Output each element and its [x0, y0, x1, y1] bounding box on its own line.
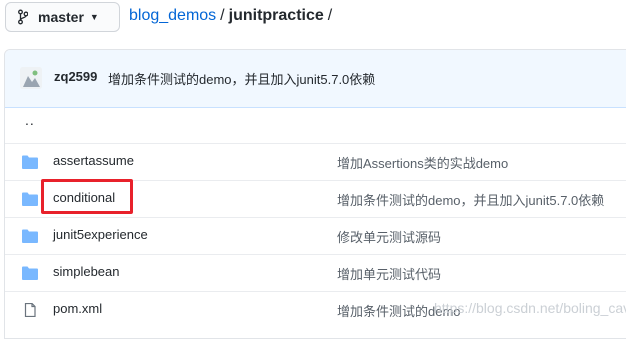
breadcrumb-repo-link[interactable]: blog_demos	[129, 7, 216, 25]
folder-icon	[22, 192, 38, 206]
branch-selector-button[interactable]: master ▼	[5, 2, 120, 32]
folder-icon	[22, 229, 38, 243]
folder-icon	[22, 266, 38, 280]
file-name-link[interactable]: junit5experience	[53, 227, 148, 242]
list-item[interactable]: assertassume 增加Assertions类的实战demo	[5, 143, 626, 180]
file-name-link[interactable]: simplebean	[53, 264, 120, 279]
branch-name: master	[38, 9, 84, 25]
file-commit-message[interactable]: 修改单元测试源码	[337, 227, 441, 246]
avatar-image-icon	[20, 67, 42, 89]
file-commit-message[interactable]: 增加条件测试的demo，并且加入junit5.7.0依赖	[337, 190, 604, 209]
breadcrumb: blog_demos / junitpractice /	[129, 7, 336, 25]
file-commit-message[interactable]: 增加Assertions类的实战demo	[337, 153, 508, 172]
highlight-box	[41, 179, 133, 214]
file-name-link[interactable]: assertassume	[53, 153, 134, 168]
breadcrumb-trailing-separator: /	[327, 7, 333, 24]
breadcrumb-current-folder: junitpractice	[228, 7, 324, 24]
list-item[interactable]: simplebean 增加单元测试代码	[5, 254, 626, 291]
list-item[interactable]: junit5experience 修改单元测试源码	[5, 217, 626, 254]
folder-icon	[22, 155, 38, 169]
parent-directory-row[interactable]: ..	[5, 107, 626, 143]
file-icon	[24, 303, 36, 317]
watermark: https://blog.csdn.net/boling_cavalry	[434, 300, 626, 316]
top-bar: master ▼ blog_demos / junitpractice /	[0, 0, 626, 36]
commit-author-link[interactable]: zq2599	[54, 69, 97, 84]
avatar[interactable]	[20, 67, 42, 89]
file-commit-message[interactable]: 增加单元测试代码	[337, 264, 441, 283]
chevron-down-icon: ▼	[89, 12, 99, 22]
latest-commit-bar: zq2599 增加条件测试的demo，并且加入junit5.7.0依赖	[5, 50, 626, 108]
branch-icon	[18, 9, 28, 25]
breadcrumb-separator: /	[220, 7, 225, 24]
parent-directory-link[interactable]: ..	[25, 112, 35, 128]
commit-message-link[interactable]: 增加条件测试的demo，并且加入junit5.7.0依赖	[108, 69, 375, 88]
file-name-link[interactable]: pom.xml	[53, 301, 102, 316]
